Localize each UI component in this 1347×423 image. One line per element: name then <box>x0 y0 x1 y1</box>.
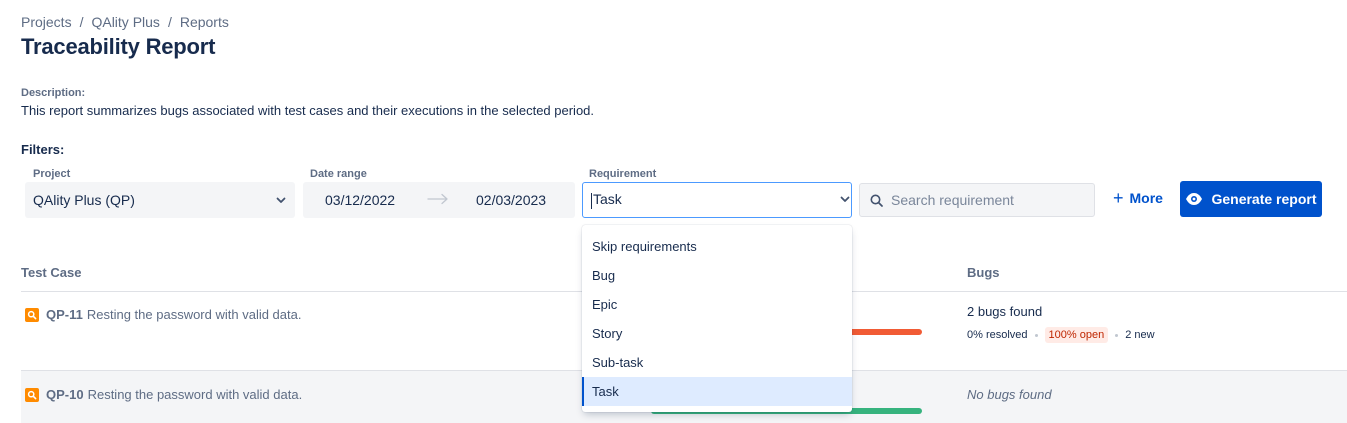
generate-report-label: Generate report <box>1211 191 1317 207</box>
bug-stats: 0% resolved 100% open 2 new <box>967 327 1155 343</box>
date-from-input[interactable]: 03/12/2022 <box>325 192 395 208</box>
no-bugs-text: No bugs found <box>967 387 1052 402</box>
project-value: QAlity Plus (QP) <box>33 192 135 208</box>
breadcrumb: Projects / QAlity Plus / Reports <box>21 14 229 30</box>
column-header-test-case: Test Case <box>21 265 82 280</box>
description-label: Description: <box>21 87 86 99</box>
dot-separator <box>1034 333 1038 337</box>
requirement-dropdown-menu: Skip requirements Bug Epic Story Sub-tas… <box>582 225 852 412</box>
filters-label: Filters: <box>21 142 65 157</box>
test-case-key[interactable]: QP-11 <box>46 307 83 322</box>
chevron-down-icon <box>839 192 851 208</box>
project-label: Project <box>33 168 71 180</box>
dropdown-option-epic[interactable]: Epic <box>582 290 852 319</box>
breadcrumb-separator: / <box>167 14 172 30</box>
column-header-bugs: Bugs <box>967 265 1000 280</box>
date-range-picker: 03/12/2022 02/03/2023 <box>303 182 575 218</box>
dropdown-option-story[interactable]: Story <box>582 319 852 348</box>
resolved-percent: 0% resolved <box>967 329 1028 341</box>
search-requirement-input[interactable] <box>891 192 1081 208</box>
test-case-icon <box>25 307 39 322</box>
test-case-icon <box>25 387 39 402</box>
arrow-right-icon <box>427 192 449 208</box>
bugs-count: 2 bugs found <box>967 304 1043 319</box>
dropdown-option-sub-task[interactable]: Sub-task <box>582 348 852 377</box>
chevron-down-icon <box>267 194 295 206</box>
requirement-label: Requirement <box>589 168 657 180</box>
search-requirement-field <box>859 183 1095 217</box>
plus-icon: + <box>1113 188 1124 208</box>
dropdown-option-bug[interactable]: Bug <box>582 261 852 290</box>
project-select[interactable]: QAlity Plus (QP) <box>25 182 295 218</box>
description-text: This report summarizes bugs associated w… <box>21 103 595 118</box>
breadcrumb-projects[interactable]: Projects <box>21 14 72 30</box>
requirement-value: Task <box>593 191 622 208</box>
text-caret <box>591 192 592 209</box>
more-filters-button[interactable]: + More <box>1113 189 1163 207</box>
test-case-summary: Resting the password with valid data. <box>87 387 303 402</box>
requirement-select[interactable]: Task <box>582 182 852 218</box>
search-icon <box>870 194 883 207</box>
page-title: Traceability Report <box>21 34 216 59</box>
test-case-summary: Resting the password with valid data. <box>86 307 302 322</box>
test-case-key[interactable]: QP-10 <box>46 387 84 402</box>
dot-separator <box>1115 333 1119 337</box>
breadcrumb-reports[interactable]: Reports <box>180 14 229 30</box>
breadcrumb-separator: / <box>79 14 84 30</box>
date-range-label: Date range <box>310 168 367 180</box>
new-bugs-count: 2 new <box>1125 329 1155 341</box>
breadcrumb-project[interactable]: QAlity Plus <box>91 14 159 30</box>
open-percent-badge: 100% open <box>1044 327 1109 343</box>
date-to-input[interactable]: 02/03/2023 <box>476 192 546 208</box>
dropdown-option-skip-requirements[interactable]: Skip requirements <box>582 232 852 261</box>
generate-report-button[interactable]: Generate report <box>1180 181 1322 217</box>
requirement-input[interactable]: Task <box>583 191 839 209</box>
test-case-cell: QP-11 Resting the password with valid da… <box>25 307 301 322</box>
dropdown-option-task[interactable]: Task <box>582 377 852 406</box>
eye-icon <box>1185 192 1203 206</box>
test-case-cell: QP-10 Resting the password with valid da… <box>25 387 302 402</box>
more-label: More <box>1129 190 1163 206</box>
